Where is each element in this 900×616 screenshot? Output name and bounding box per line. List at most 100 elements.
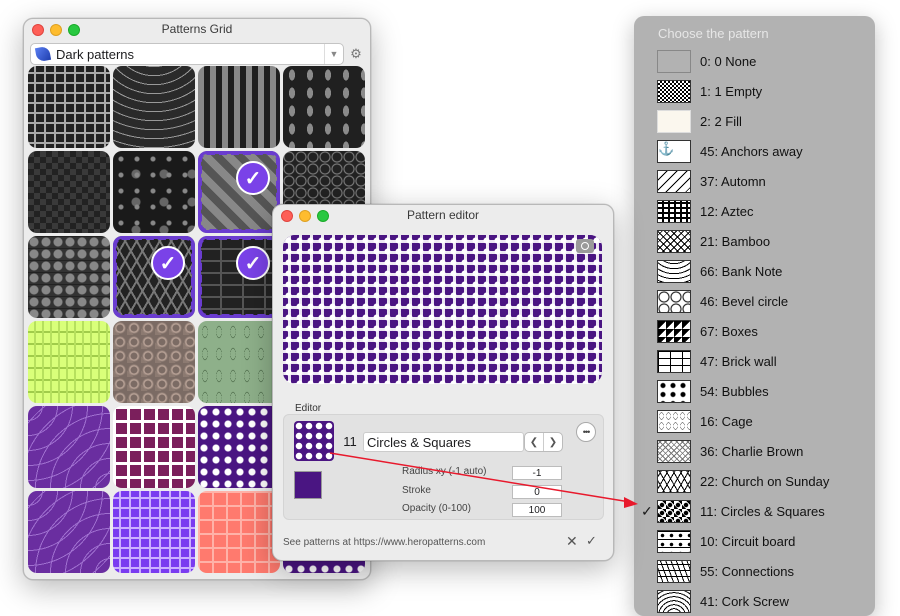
chevron-down-icon[interactable]: ▼ [324, 44, 343, 64]
pattern-tile[interactable] [28, 406, 110, 488]
window-controls [32, 24, 80, 36]
menu-item[interactable]: 21: Bamboo [634, 226, 875, 256]
checkmark-icon: ✓ [236, 246, 270, 280]
menu-item-label: 21: Bamboo [700, 233, 771, 249]
pattern-tile[interactable] [28, 66, 110, 148]
pattern-set-popup[interactable]: Dark patterns ▼ [30, 43, 344, 65]
pattern-tile[interactable]: ✓ [198, 236, 280, 318]
pattern-thumbnail [657, 379, 691, 403]
pattern-tile[interactable] [198, 66, 280, 148]
pattern-name-field[interactable]: Circles & Squares [363, 432, 524, 452]
pattern-tile[interactable] [28, 491, 110, 573]
pattern-stepper[interactable]: ❮ ❯ [524, 432, 563, 452]
menu-item[interactable]: 22: Church on Sunday [634, 466, 875, 496]
menu-item-label: 1: 1 Empty [700, 83, 763, 99]
grid-titlebar[interactable]: Patterns Grid [24, 19, 370, 39]
pattern-tile[interactable] [28, 236, 110, 318]
close-window-button[interactable] [281, 210, 293, 222]
menu-item[interactable]: 16: Cage [634, 406, 875, 436]
menu-item-label: 36: Charlie Brown [700, 443, 804, 459]
pattern-tile[interactable] [198, 321, 280, 403]
pattern-thumbnail [657, 319, 691, 343]
menu-item-label: 55: Connections [700, 563, 794, 579]
pattern-thumbnail [657, 469, 691, 493]
pattern-tile[interactable] [283, 66, 365, 148]
menu-header: Choose the pattern [658, 26, 769, 41]
stroke-field[interactable]: 0 [512, 485, 562, 499]
editor-section-label: Editor [295, 403, 322, 414]
stroke-label: Stroke [402, 485, 431, 496]
opacity-label: Opacity (0-100) [402, 503, 471, 514]
pattern-tile[interactable]: ✓ [113, 236, 195, 318]
pattern-thumbnail [657, 529, 691, 553]
minimize-window-button[interactable] [299, 210, 311, 222]
pattern-tile[interactable] [113, 151, 195, 233]
menu-item[interactable]: 46: Bevel circle [634, 286, 875, 316]
zoom-window-button[interactable] [317, 210, 329, 222]
pattern-tile[interactable] [113, 321, 195, 403]
menu-item-label: 11: Circles & Squares [700, 503, 825, 519]
pattern-editor-window: Pattern editor Editor 11 Circles & Squar… [272, 204, 614, 561]
menu-item[interactable]: 1: 1 Empty [634, 76, 875, 106]
previous-arrow-icon[interactable]: ❮ [525, 433, 544, 451]
pattern-tile[interactable] [113, 491, 195, 573]
pattern-menu: Choose the pattern 0: 0 None 1: 1 Empty 2:… [634, 16, 875, 616]
pattern-set-label: Dark patterns [56, 46, 135, 62]
menu-item[interactable]: 55: Connections [634, 556, 875, 586]
pattern-thumbnail [657, 559, 691, 583]
leaf-icon [34, 45, 52, 63]
menu-item-label: 16: Cage [700, 413, 753, 429]
menu-item[interactable]: ✓ 11: Circles & Squares [634, 496, 875, 526]
pattern-tile[interactable] [113, 406, 195, 488]
editor-titlebar[interactable]: Pattern editor [273, 205, 613, 225]
pattern-thumbnail [657, 109, 691, 133]
checkmark-icon: ✓ [641, 502, 653, 519]
menu-item[interactable]: ⚓ 45: Anchors away [634, 136, 875, 166]
window-title: Pattern editor [406, 208, 480, 222]
menu-item[interactable]: 36: Charlie Brown [634, 436, 875, 466]
menu-item[interactable]: 47: Brick wall [634, 346, 875, 376]
menu-item[interactable]: 67: Boxes [634, 316, 875, 346]
close-window-button[interactable] [32, 24, 44, 36]
menu-item[interactable]: 12: Aztec [634, 196, 875, 226]
menu-item[interactable]: 54: Bubbles [634, 376, 875, 406]
pattern-preview [283, 235, 602, 384]
zoom-window-button[interactable] [68, 24, 80, 36]
pattern-thumbnail [657, 169, 691, 193]
pattern-tile[interactable] [28, 151, 110, 233]
next-arrow-icon[interactable]: ❯ [544, 433, 562, 451]
radius-field[interactable]: -1 [512, 466, 562, 480]
cancel-icon[interactable]: ✕ [566, 533, 578, 550]
pattern-tile[interactable] [198, 406, 280, 488]
menu-item[interactable]: 66: Bank Note [634, 256, 875, 286]
menu-item[interactable]: 0: 0 None [634, 46, 875, 76]
confirm-icon[interactable]: ✓ [586, 533, 597, 549]
pattern-thumbnail [657, 49, 691, 73]
more-options-button[interactable]: ••• [576, 422, 596, 442]
editor-panel: 11 Circles & Squares ❮ ❯ ••• Radius xy (… [283, 414, 604, 520]
opacity-field[interactable]: 100 [512, 503, 562, 517]
minimize-window-button[interactable] [50, 24, 62, 36]
menu-item-label: 66: Bank Note [700, 263, 783, 279]
gear-icon[interactable]: ⚙ [348, 46, 364, 62]
pattern-tile[interactable] [198, 491, 280, 573]
pattern-tile[interactable] [28, 321, 110, 403]
menu-item-label: 47: Brick wall [700, 353, 777, 369]
pattern-thumbnail [657, 79, 691, 103]
pattern-thumbnail [657, 259, 691, 283]
fill-color-well[interactable] [294, 471, 322, 499]
pattern-tile[interactable]: ✓ [198, 151, 280, 233]
pattern-number: 11 [343, 433, 357, 449]
heropatterns-footer: See patterns at https://www.heropatterns… [283, 537, 486, 548]
pattern-thumbnail [657, 409, 691, 433]
pattern-tile[interactable] [113, 66, 195, 148]
menu-item[interactable]: 37: Automn [634, 166, 875, 196]
menu-item[interactable]: 10: Circuit board [634, 526, 875, 556]
menu-item-label: 22: Church on Sunday [700, 473, 830, 489]
pattern-thumbnail [657, 589, 691, 613]
menu-item[interactable]: 2: 2 Fill [634, 106, 875, 136]
menu-item[interactable]: 41: Cork Screw [634, 586, 875, 616]
camera-icon[interactable] [576, 239, 594, 253]
pattern-thumbnail [657, 499, 691, 523]
menu-item-label: 0: 0 None [700, 53, 757, 69]
